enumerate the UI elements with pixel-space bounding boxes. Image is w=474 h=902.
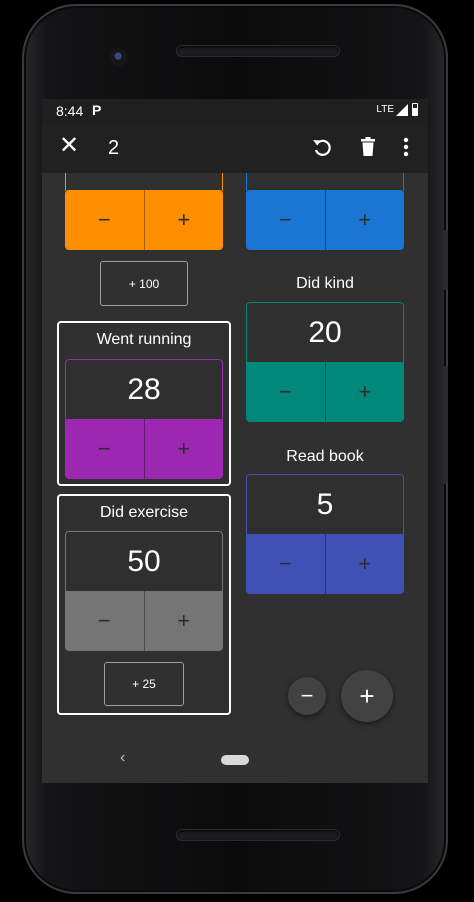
decrement-button[interactable]: − bbox=[65, 591, 144, 651]
counter-title: Read book bbox=[286, 448, 364, 465]
counter-went-running: 28 − + bbox=[65, 359, 223, 479]
increment-button[interactable]: + bbox=[143, 190, 224, 250]
fab-decrement-all[interactable]: − bbox=[288, 677, 326, 715]
volume-button bbox=[443, 230, 448, 290]
counter-title: Did exercise bbox=[99, 504, 189, 521]
counter-blue-edge bbox=[403, 173, 404, 191]
front-camera bbox=[110, 48, 128, 66]
home-pill-icon[interactable] bbox=[221, 755, 249, 765]
decrement-button[interactable]: − bbox=[246, 190, 325, 250]
counter-orange-edge bbox=[222, 173, 223, 191]
decrement-button[interactable]: − bbox=[65, 190, 144, 250]
counter-value: 5 bbox=[246, 474, 404, 534]
selected-count: 2 bbox=[108, 137, 120, 159]
battery-icon bbox=[412, 103, 418, 116]
counter-orange-edge bbox=[65, 173, 66, 191]
add-100-button[interactable]: + 100 bbox=[100, 261, 188, 306]
status-time: 8:44 bbox=[56, 103, 84, 119]
decrement-button[interactable]: − bbox=[246, 534, 325, 594]
fab-increment-all[interactable]: + bbox=[341, 670, 393, 722]
reset-icon[interactable] bbox=[310, 135, 334, 159]
increment-button[interactable]: + bbox=[143, 591, 224, 651]
top-speaker bbox=[177, 46, 339, 56]
system-nav-bar: ‹ bbox=[42, 731, 428, 783]
increment-button[interactable]: + bbox=[324, 190, 405, 250]
increment-button[interactable]: + bbox=[324, 362, 405, 422]
back-icon[interactable]: ‹ bbox=[120, 749, 125, 767]
network-type: LTE bbox=[376, 104, 394, 115]
screen: 8:44 P LTE ✕ 2 − + − + + 100 Went runnin… bbox=[42, 99, 428, 783]
counter-blue: − + bbox=[246, 190, 404, 250]
close-icon[interactable]: ✕ bbox=[58, 134, 80, 158]
bottom-speaker bbox=[177, 830, 339, 840]
counter-value: 28 bbox=[65, 359, 223, 419]
status-bar: 8:44 P LTE bbox=[42, 99, 428, 123]
counter-blue-edge bbox=[246, 173, 247, 191]
counter-did-exercise: 50 − + bbox=[65, 531, 223, 651]
increment-button[interactable]: + bbox=[143, 419, 224, 479]
counter-grid: − + − + + 100 Went running 28 − + Did ex… bbox=[42, 173, 428, 731]
decrement-button[interactable]: − bbox=[246, 362, 325, 422]
add-25-button[interactable]: + 25 bbox=[104, 662, 184, 706]
counter-did-kind: 20 − + bbox=[246, 302, 404, 422]
more-vert-icon[interactable] bbox=[396, 135, 416, 159]
trash-icon[interactable] bbox=[356, 135, 380, 159]
power-button bbox=[443, 366, 448, 484]
counter-read-book: 5 − + bbox=[246, 474, 404, 594]
counter-value: 50 bbox=[65, 531, 223, 591]
increment-button[interactable]: + bbox=[324, 534, 405, 594]
counter-value: 20 bbox=[246, 302, 404, 362]
counter-title: Went running bbox=[96, 331, 192, 348]
action-bar: ✕ 2 bbox=[42, 123, 428, 173]
decrement-button[interactable]: − bbox=[65, 419, 144, 479]
counter-orange: − + bbox=[65, 190, 223, 250]
signal-icon bbox=[396, 104, 408, 116]
counter-title: Did kind bbox=[296, 275, 354, 292]
app-notification-icon: P bbox=[92, 102, 102, 118]
